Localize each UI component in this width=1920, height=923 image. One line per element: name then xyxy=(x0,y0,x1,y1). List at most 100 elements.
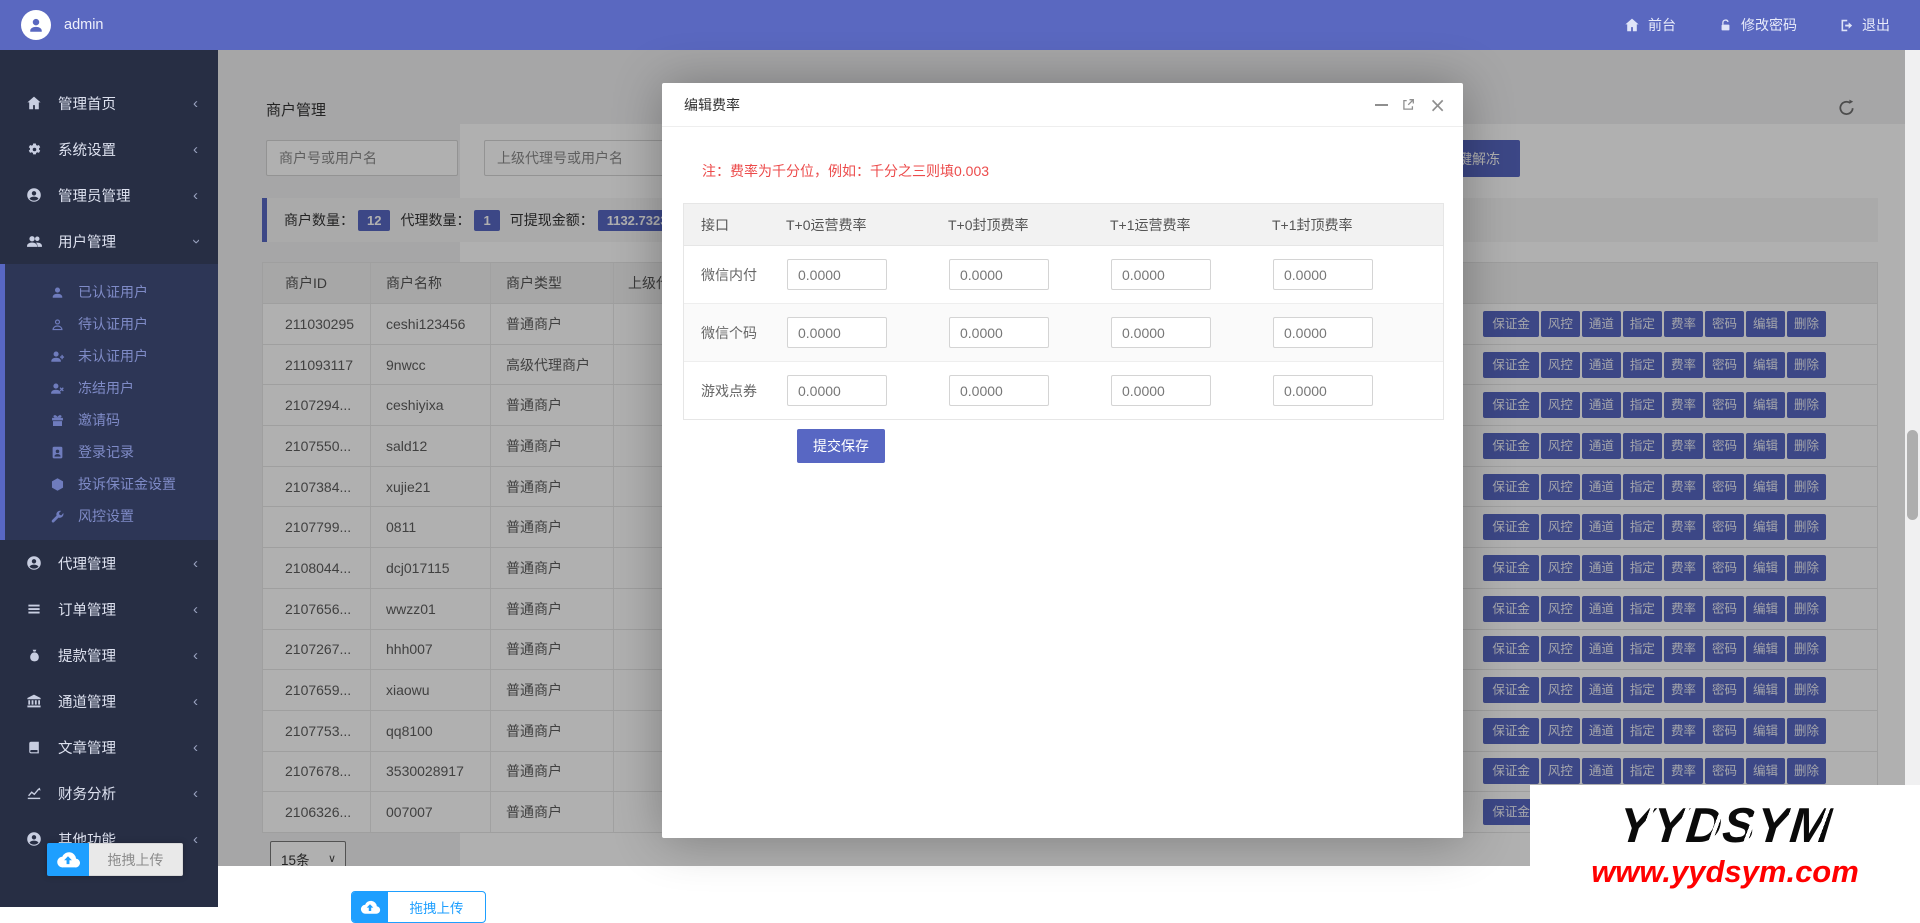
fee-input[interactable] xyxy=(1273,317,1373,348)
sidebar-subitem-user-plus[interactable]: 未认证用户 xyxy=(5,340,218,372)
user-plus-icon xyxy=(49,349,66,364)
top-navbar: admin 前台修改密码退出 xyxy=(0,0,1920,50)
sidebar: 管理首页‹系统设置‹管理员管理‹用户管理‹已认证用户待认证用户未认证用户冻结用户… xyxy=(0,50,218,907)
navbar-link-unlock[interactable]: 修改密码 xyxy=(1718,15,1797,35)
maximize-icon[interactable] xyxy=(1402,98,1415,111)
wrench-icon xyxy=(49,509,66,524)
sidebar-menu: 管理首页‹系统设置‹管理员管理‹用户管理‹已认证用户待认证用户未认证用户冻结用户… xyxy=(0,80,218,862)
sidebar-subitem-label: 风控设置 xyxy=(78,506,134,526)
navbar-link-home[interactable]: 前台 xyxy=(1624,15,1676,35)
sidebar-item-agent-4[interactable]: 代理管理‹ xyxy=(0,540,218,586)
edit-rate-modal: 编辑费率 × 注：费率为千分位，例如：千分之三则填0.003 接口T+0运营费率… xyxy=(662,83,1463,838)
chevron-icon: ‹ xyxy=(193,96,198,111)
fee-cell xyxy=(1255,259,1443,290)
fee-table-rows: 微信内付微信个码游戏点券 xyxy=(684,246,1443,419)
fee-column-header: T+0封顶费率 xyxy=(931,215,1093,235)
navbar-link-label: 退出 xyxy=(1862,15,1890,35)
sidebar-item-label: 管理员管理 xyxy=(58,185,131,206)
drag-upload-label: 拖拽上传 xyxy=(89,843,183,876)
chevron-icon: ‹ xyxy=(193,694,198,709)
sidebar-item-gear-1[interactable]: 系统设置‹ xyxy=(0,126,218,172)
cloud-upload-icon[interactable] xyxy=(47,843,89,876)
sidebar-item-chart-9[interactable]: 财务分析‹ xyxy=(0,770,218,816)
scrollbar-thumb[interactable] xyxy=(1907,430,1918,520)
fee-input[interactable] xyxy=(1111,375,1211,406)
fee-table-header: 接口T+0运营费率T+0封顶费率T+1运营费率T+1封顶费率 xyxy=(684,204,1443,246)
submit-save-button[interactable]: 提交保存 xyxy=(797,429,885,463)
sidebar-subitem-label: 已认证用户 xyxy=(78,282,148,302)
fee-cell xyxy=(1255,317,1443,348)
watermark: YYDSYM www.yydsym.com xyxy=(1530,785,1920,907)
chevron-icon: ‹ xyxy=(193,142,198,157)
fee-cell xyxy=(931,375,1093,406)
fee-cell xyxy=(931,317,1093,348)
watermark-site: www.yydsym.com xyxy=(1591,854,1859,890)
sidebar-subitem-user-x[interactable]: 冻结用户 xyxy=(5,372,218,404)
navbar-link-label: 修改密码 xyxy=(1741,15,1797,35)
fee-cell xyxy=(769,259,931,290)
sidebar-item-book-8[interactable]: 文章管理‹ xyxy=(0,724,218,770)
home-icon xyxy=(25,95,43,111)
avatar[interactable] xyxy=(21,10,51,40)
logout-icon xyxy=(1839,18,1854,33)
sidebar-subitem-gem[interactable]: 投诉保证金设置 xyxy=(5,468,218,500)
fee-cell xyxy=(769,375,931,406)
sidebar-subitem-label: 冻结用户 xyxy=(78,378,134,398)
sidebar-item-users-3[interactable]: 用户管理‹ xyxy=(0,218,218,264)
drag-upload-widget-2[interactable]: 拖拽上传 xyxy=(351,891,486,923)
chevron-icon: ‹ xyxy=(193,786,198,801)
admin-icon xyxy=(25,831,43,847)
user-outline-icon xyxy=(49,317,66,332)
chevron-icon: ‹ xyxy=(193,740,198,755)
book-icon xyxy=(25,740,43,755)
sidebar-item-admin-2[interactable]: 管理员管理 ‹ xyxy=(0,172,218,218)
sidebar-subitem-label: 邀请码 xyxy=(78,410,120,430)
fee-column-header: T+1运营费率 xyxy=(1093,215,1255,235)
list-icon xyxy=(25,601,43,617)
modal-window-buttons: × xyxy=(1375,95,1446,115)
fee-column-header: 接口 xyxy=(684,215,769,235)
user-avatar-icon xyxy=(26,15,46,35)
sidebar-submenu: 已认证用户待认证用户未认证用户冻结用户邀请码登录记录投诉保证金设置风控设置 xyxy=(0,264,218,540)
chevron-icon: ‹ xyxy=(188,239,203,244)
sidebar-subitem-label: 未认证用户 xyxy=(78,346,148,366)
fee-input[interactable] xyxy=(787,317,887,348)
fee-input[interactable] xyxy=(949,375,1049,406)
sidebar-subitem-label: 投诉保证金设置 xyxy=(78,474,176,494)
sidebar-item-label: 通道管理 xyxy=(58,691,116,712)
modal-title: 编辑费率 xyxy=(684,95,740,115)
fee-cell xyxy=(769,317,931,348)
fee-cell xyxy=(1093,259,1255,290)
sidebar-subitem-gift[interactable]: 邀请码 xyxy=(5,404,218,436)
sidebar-subitem-user-outline[interactable]: 待认证用户 xyxy=(5,308,218,340)
sidebar-item-bank-7[interactable]: 通道管理 ‹ xyxy=(0,678,218,724)
fee-row-label: 微信内付 xyxy=(684,265,769,285)
fee-input[interactable] xyxy=(1111,259,1211,290)
sidebar-item-label: 提款管理 xyxy=(58,645,116,666)
fee-row-label: 微信个码 xyxy=(684,323,769,343)
drag-upload-label-2: 拖拽上传 xyxy=(388,892,485,922)
fee-input[interactable] xyxy=(949,259,1049,290)
sidebar-subitem-user[interactable]: 已认证用户 xyxy=(5,276,218,308)
fee-input[interactable] xyxy=(1273,375,1373,406)
record-icon xyxy=(49,445,66,460)
minimize-icon[interactable] xyxy=(1375,104,1388,106)
chevron-icon: ‹ xyxy=(193,188,198,203)
fee-input[interactable] xyxy=(1111,317,1211,348)
close-icon[interactable]: × xyxy=(1429,95,1446,115)
sidebar-item-moneybag-6[interactable]: 提款管理‹ xyxy=(0,632,218,678)
fee-input[interactable] xyxy=(787,259,887,290)
vertical-scrollbar[interactable] xyxy=(1905,50,1920,907)
fee-input[interactable] xyxy=(1273,259,1373,290)
sidebar-subitem-wrench[interactable]: 风控设置 xyxy=(5,500,218,532)
sidebar-item-home-0[interactable]: 管理首页‹ xyxy=(0,80,218,126)
navbar-link-logout[interactable]: 退出 xyxy=(1839,15,1890,35)
modal-header: 编辑费率 × xyxy=(662,83,1463,127)
moneybag-icon xyxy=(25,648,43,663)
fee-input[interactable] xyxy=(787,375,887,406)
chart-icon xyxy=(25,785,43,801)
sidebar-subitem-record[interactable]: 登录记录 xyxy=(5,436,218,468)
drag-upload-widget[interactable]: 拖拽上传 xyxy=(47,843,183,876)
sidebar-item-list-5[interactable]: 订单管理‹ xyxy=(0,586,218,632)
fee-input[interactable] xyxy=(949,317,1049,348)
